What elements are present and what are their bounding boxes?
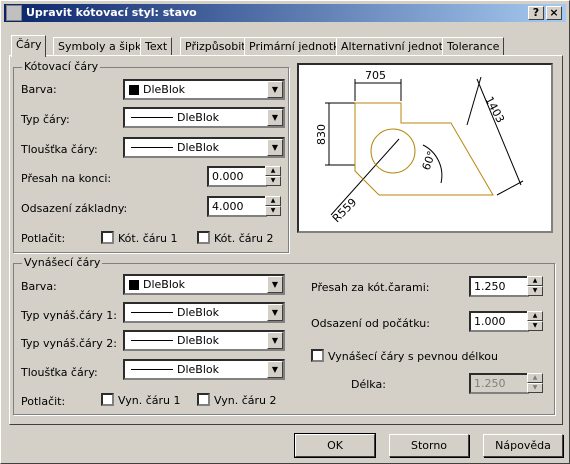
dim-color-label: Barva: [21, 83, 57, 96]
spin-down-icon: ▼ [527, 383, 543, 393]
ext-offset-label: Odsazení od počátku: [311, 317, 430, 330]
ext-lw-combo[interactable]: DleBlok ▼ [123, 359, 285, 380]
tab-symbols-arrows[interactable]: Symboly a šipky [53, 37, 153, 56]
help-title-button[interactable]: ? [528, 6, 544, 20]
dim-baseline-spinner[interactable]: 4.000 ▲ ▼ [207, 196, 281, 217]
suppress-ext1-checkbox[interactable] [101, 393, 114, 406]
line-sample [131, 312, 173, 313]
ok-button[interactable]: OK [294, 433, 376, 458]
dim-extend-spinner[interactable]: 0.000 ▲ ▼ [207, 166, 281, 187]
ext-lt2-label: Typ vynáš.čáry 2: [21, 337, 117, 350]
dim-baseline-value: 4.000 [212, 200, 244, 213]
preview-dim-1403: 1403 [482, 94, 507, 125]
tab-text[interactable]: Text [140, 37, 173, 56]
ext-offset-value: 1.000 [474, 315, 506, 328]
color-swatch [129, 280, 139, 290]
spin-up-icon[interactable]: ▲ [527, 311, 543, 321]
spin-up-icon[interactable]: ▲ [527, 276, 543, 286]
dim-lineweight-combo[interactable]: DleBlok ▼ [123, 137, 285, 158]
ext-offset-spinner[interactable]: 1.000 ▲ ▼ [469, 311, 543, 332]
spin-up-icon[interactable]: ▲ [265, 166, 281, 176]
ext-lt1-value: DleBlok [177, 306, 219, 319]
close-icon[interactable]: × [546, 6, 562, 20]
suppress-dim1-checkbox[interactable] [101, 231, 114, 244]
tab-fit[interactable]: Přizpůsobit [180, 37, 251, 56]
spin-up-icon: ▲ [527, 373, 543, 383]
dim-color-combo[interactable]: DleBlok ▼ [123, 79, 285, 100]
line-sample [131, 117, 173, 118]
line-sample [131, 369, 173, 370]
spin-down-icon[interactable]: ▼ [265, 206, 281, 216]
tab-tolerance[interactable]: Tolerance [442, 37, 505, 56]
dim-lineweight-label: Tloušťka čáry: [21, 143, 98, 156]
ext-lines-group-label: Vynášecí čáry [22, 256, 103, 269]
ext-beyond-label: Přesah za kót.čarami: [311, 281, 430, 294]
ext-lw-label: Tloušťka čáry: [21, 366, 98, 379]
chevron-down-icon[interactable]: ▼ [267, 81, 283, 98]
chevron-down-icon[interactable]: ▼ [267, 276, 283, 293]
dim-linetype-value: DleBlok [177, 111, 219, 124]
ext-lw-value: DleBlok [177, 363, 219, 376]
title-bar: Upravit kótovací styl: stavo ? × [4, 4, 566, 22]
ext-lt2-value: DleBlok [177, 334, 219, 347]
dim-color-value: DleBlok [143, 83, 185, 96]
dim-linetype-combo[interactable]: DleBlok ▼ [123, 107, 285, 128]
dim-extend-value: 0.000 [212, 170, 244, 183]
spin-up-icon[interactable]: ▲ [265, 196, 281, 206]
dim-suppress-label: Potlačit: [21, 232, 66, 245]
dim-lineweight-value: DleBlok [177, 141, 219, 154]
ext-beyond-spinner[interactable]: 1.250 ▲ ▼ [469, 276, 543, 297]
dim-baseline-label: Odsazení základny: [21, 202, 128, 215]
ext-color-value: DleBlok [143, 278, 185, 291]
dim-linetype-label: Typ čáry: [21, 113, 70, 126]
ext-color-label: Barva: [21, 280, 57, 293]
suppress-dim1-label[interactable]: Kót. čáru 1 [118, 232, 177, 245]
spin-down-icon[interactable]: ▼ [265, 176, 281, 186]
length-value: 1.250 [474, 377, 506, 390]
line-sample [131, 147, 173, 148]
suppress-ext2-label[interactable]: Vyn. čáru 2 [214, 394, 276, 407]
color-swatch [129, 85, 139, 95]
preview-radius: R559 [330, 196, 359, 225]
suppress-ext2-checkbox[interactable] [197, 393, 210, 406]
help-button[interactable]: Nápověda [483, 434, 563, 457]
suppress-ext1-label[interactable]: Vyn. čáru 1 [118, 394, 180, 407]
length-spinner: 1.250 ▲ ▼ [469, 373, 543, 394]
line-sample [131, 340, 173, 341]
chevron-down-icon[interactable]: ▼ [267, 332, 283, 349]
ext-lt2-combo[interactable]: DleBlok ▼ [123, 330, 285, 351]
ext-color-combo[interactable]: DleBlok ▼ [123, 274, 285, 295]
chevron-down-icon[interactable]: ▼ [267, 109, 283, 126]
preview-dim-830: 830 [315, 124, 328, 145]
chevron-down-icon[interactable]: ▼ [267, 304, 283, 321]
preview-dim-705: 705 [365, 69, 386, 82]
length-label: Délka: [351, 378, 386, 391]
tab-lines[interactable]: Čáry [11, 35, 47, 57]
fixed-length-checkbox[interactable] [311, 349, 324, 362]
ext-lt1-combo[interactable]: DleBlok ▼ [123, 302, 285, 323]
preview-drawing: 705 830 1403 60° R559 [315, 69, 524, 225]
ext-suppress-label: Potlačit: [21, 395, 66, 408]
ext-beyond-value: 1.250 [474, 280, 506, 293]
cancel-button[interactable]: Storno [389, 434, 469, 457]
dim-lines-group-label: Kótovací čáry [22, 60, 101, 73]
suppress-dim2-label[interactable]: Kót. čáru 2 [214, 232, 273, 245]
chevron-down-icon[interactable]: ▼ [267, 361, 283, 378]
ext-lt1-label: Typ vynáš.čáry 1: [21, 309, 117, 322]
chevron-down-icon[interactable]: ▼ [267, 139, 283, 156]
spin-down-icon[interactable]: ▼ [527, 286, 543, 296]
suppress-dim2-checkbox[interactable] [197, 231, 210, 244]
dim-extend-label: Přesah na konci: [21, 172, 112, 185]
spin-down-icon[interactable]: ▼ [527, 321, 543, 331]
dialog-window: Upravit kótovací styl: stavo ? × Čáry Sy… [0, 0, 570, 464]
preview-angle: 60° [420, 149, 439, 172]
preview-pane: 705 830 1403 60° R559 [297, 63, 553, 233]
window-title: Upravit kótovací styl: stavo [26, 6, 197, 19]
tab-primary-units[interactable]: Primární jednotky [244, 37, 351, 56]
app-icon [6, 5, 22, 21]
fixed-length-label[interactable]: Vynášecí čáry s pevnou délkou [328, 350, 498, 363]
